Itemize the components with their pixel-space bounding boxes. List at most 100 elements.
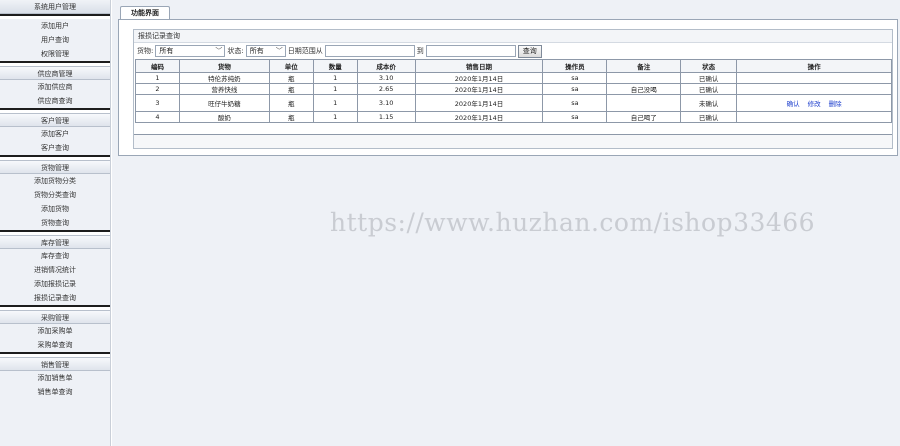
sidebar-group-header[interactable]: 销售管理 (0, 357, 110, 371)
table-cell: 特伦苏纯奶 (178, 72, 270, 84)
sidebar-item[interactable]: 添加货物分类 (0, 174, 110, 188)
edit-link[interactable]: 修改 (808, 100, 821, 108)
table-cell (736, 72, 892, 84)
sidebar-item[interactable]: 销售单查询 (0, 385, 110, 399)
table-cell: 未确认 (680, 94, 738, 112)
date-range-label: 日期范围从 (287, 47, 323, 55)
sidebar-item[interactable]: 货物分类查询 (0, 188, 110, 202)
goods-select[interactable]: 所有 ﹀ (155, 45, 226, 57)
table-cell: 瓶 (268, 111, 314, 123)
chevron-down-icon: ﹀ (275, 47, 283, 55)
column-header: 货物 (178, 59, 270, 73)
confirm-link[interactable]: 确认 (787, 100, 800, 108)
sidebar-group-header[interactable]: 货物管理 (0, 160, 110, 174)
sidebar-group-header[interactable]: 系统用户管理 (0, 0, 110, 14)
table-cell: 1 (135, 72, 180, 84)
column-header: 操作员 (542, 59, 608, 73)
table-cell: 瓶 (268, 83, 314, 95)
status-select-value: 所有 (249, 47, 264, 55)
table-cell: 瓶 (268, 94, 314, 112)
table-cell: 4 (135, 111, 180, 123)
sidebar-item[interactable]: 用户查询 (0, 33, 110, 47)
table-cell: 1 (312, 111, 358, 123)
sidebar-item[interactable]: 添加报损记录 (0, 277, 110, 291)
main-area: 功能界面 报损记录查询 货物: 所有 ﹀ 状态: 所有 ﹀ 日期范围从 到 查询 (112, 0, 900, 446)
table-row: 1 特伦苏纯奶瓶 1 3.10 2020年1月14日 sa 已确认 (135, 72, 892, 84)
table-body: 1 特伦苏纯奶瓶 1 3.10 2020年1月14日 sa 已确认 2 营养快线瓶 1 2.65 20… (135, 72, 892, 123)
table-cell: 确认 修改 删除 (736, 94, 892, 112)
table-cell: 自己没喝 (606, 83, 682, 95)
sidebar-item[interactable]: 进销情况统计 (0, 263, 110, 277)
table-row: 4 酸奶瓶 1 1.15 2020年1月14日 sa 自己喝了 已确认 (135, 111, 892, 123)
sidebar-item[interactable]: 报损记录查询 (0, 291, 110, 305)
sidebar-item[interactable]: 添加供应商 (0, 80, 110, 94)
column-header: 数量 (312, 59, 358, 73)
goods-label: 货物: (137, 47, 154, 55)
table-cell: 2020年1月14日 (414, 72, 544, 84)
column-header: 编码 (135, 59, 180, 73)
table-cell: 已确认 (680, 72, 738, 84)
column-header: 销售日期 (414, 59, 544, 73)
query-box: 报损记录查询 货物: 所有 ﹀ 状态: 所有 ﹀ 日期范围从 到 查询 编码 货… (133, 29, 893, 149)
sidebar-item[interactable]: 客户查询 (0, 141, 110, 155)
table-cell: sa (542, 83, 608, 95)
date-to-label: 到 (416, 47, 424, 55)
table-cell: 3.10 (356, 72, 416, 84)
sidebar-item[interactable]: 权限管理 (0, 47, 110, 61)
sidebar-item[interactable]: 添加客户 (0, 127, 110, 141)
sidebar-item[interactable]: 添加用户 (0, 19, 110, 33)
table-cell: 3 (135, 94, 180, 112)
table-row: 3 旺仔牛奶糖瓶 1 3.10 2020年1月14日 sa 未确认 确认 修改 删除 (135, 94, 892, 112)
table-cell: 1.15 (356, 111, 416, 123)
date-from-input[interactable] (324, 45, 415, 57)
sidebar-group-header[interactable]: 供应商管理 (0, 66, 110, 80)
table-cell: 2020年1月14日 (414, 94, 544, 112)
table-row: 2 营养快线瓶 1 2.65 2020年1月14日 sa 自己没喝 已确认 (135, 83, 892, 95)
tab-function[interactable]: 功能界面 (120, 6, 170, 20)
table-cell (736, 83, 892, 95)
sidebar-group-header[interactable]: 采购管理 (0, 310, 110, 324)
watermark: https://www.huzhan.com/ishop33466 (330, 208, 816, 237)
sidebar-item[interactable]: 采购单查询 (0, 338, 110, 352)
column-header: 成本价 (356, 59, 416, 73)
column-header: 单位 (268, 59, 314, 73)
table-cell: 2 (135, 83, 180, 95)
panel-title: 报损记录查询 (134, 30, 892, 43)
column-header: 操作 (736, 59, 892, 73)
date-to-input[interactable] (425, 45, 516, 57)
status-label: 状态: (227, 47, 244, 55)
table-cell: 酸奶 (178, 111, 270, 123)
delete-link[interactable]: 删除 (829, 100, 842, 108)
sidebar-group-header[interactable]: 库存管理 (0, 235, 110, 249)
column-header: 备注 (606, 59, 682, 73)
table-cell: 2020年1月14日 (414, 83, 544, 95)
table-cell (606, 94, 682, 112)
status-select[interactable]: 所有 ﹀ (245, 45, 286, 57)
sidebar-item[interactable]: 添加销售单 (0, 371, 110, 385)
table-footer (134, 134, 892, 148)
filter-bar: 货物: 所有 ﹀ 状态: 所有 ﹀ 日期范围从 到 查询 (134, 43, 892, 59)
table-cell: 已确认 (680, 111, 738, 123)
sidebar-item[interactable]: 供应商查询 (0, 94, 110, 108)
table-cell: 2020年1月14日 (414, 111, 544, 123)
table-cell (606, 72, 682, 84)
sidebar-group-header[interactable]: 客户管理 (0, 113, 110, 127)
goods-select-value: 所有 (159, 47, 174, 55)
sidebar-item[interactable]: 添加货物 (0, 202, 110, 216)
table-cell: 瓶 (268, 72, 314, 84)
records-table: 编码 货物 单位 数量 成本价 销售日期 操作员 备注 状态 操作 1 特伦苏纯奶瓶 1 3.10 202… (135, 59, 892, 123)
search-button[interactable]: 查询 (517, 44, 542, 58)
table-cell: sa (542, 94, 608, 112)
table-cell: 营养快线 (178, 83, 270, 95)
table-cell: 1 (312, 72, 358, 84)
chevron-down-icon: ﹀ (215, 47, 223, 55)
sidebar-item[interactable]: 库存查询 (0, 249, 110, 263)
sidebar-item[interactable]: 添加采购单 (0, 324, 110, 338)
table-cell: 1 (312, 94, 358, 112)
sidebar-item[interactable]: 货物查询 (0, 216, 110, 230)
table-cell: 旺仔牛奶糖 (178, 94, 270, 112)
table-cell (736, 111, 892, 123)
table-cell: 1 (312, 83, 358, 95)
table-cell: sa (542, 111, 608, 123)
table-cell: 已确认 (680, 83, 738, 95)
